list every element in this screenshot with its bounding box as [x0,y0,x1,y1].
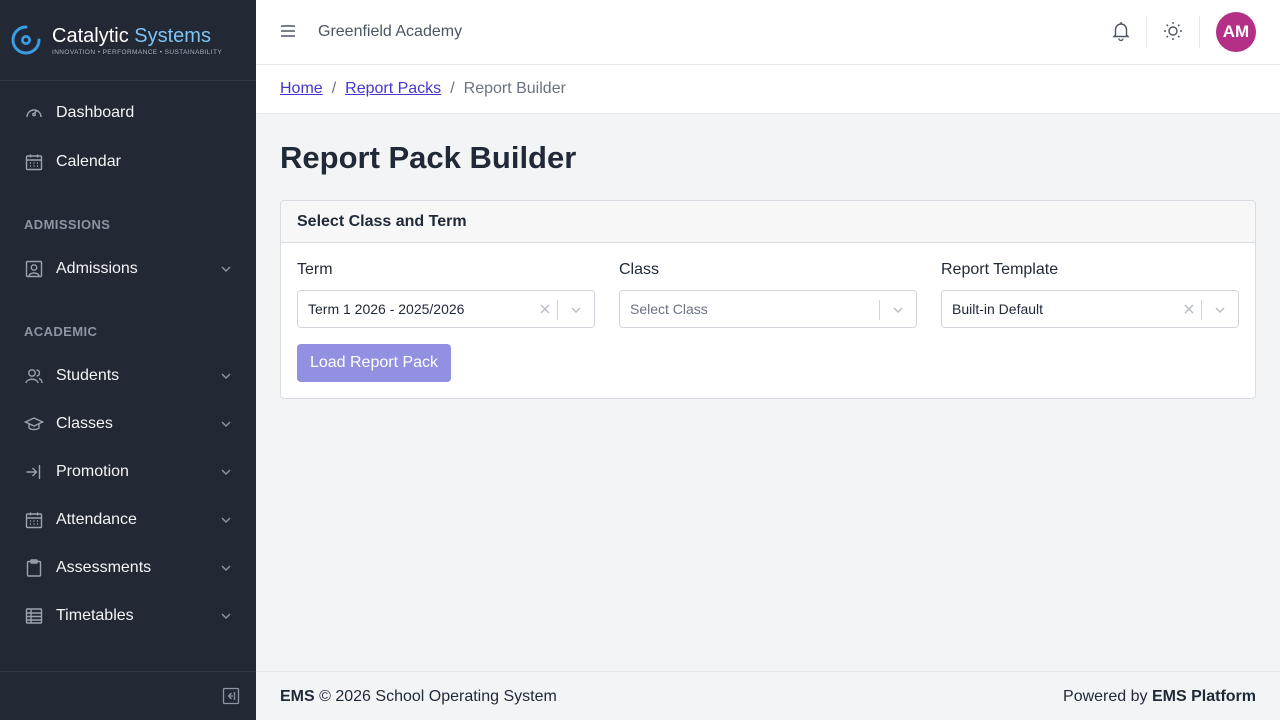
chevron-down-icon [221,517,231,523]
brand-tagline: INNOVATION • PERFORMANCE • SUSTAINABILIT… [52,48,223,56]
breadcrumb-home-link[interactable]: Home [280,80,323,98]
clear-icon[interactable] [1182,302,1196,316]
page-title: Report Pack Builder [280,140,577,175]
users-icon [24,366,44,386]
template-field: Report Template Built-in Default [941,261,1239,328]
footer-copyright-text: © 2026 School Operating System [319,688,557,705]
class-label: Class [619,261,660,278]
header-divider [1199,16,1200,48]
term-label: Term [297,261,333,278]
footer-powered-brand[interactable]: EMS Platform [1152,688,1256,705]
class-select[interactable]: Select Class [619,290,917,328]
page-footer: EMS © 2026 School Operating System Power… [256,671,1280,720]
arrow-right-icon [24,462,44,482]
sidebar-item-dashboard[interactable]: Dashboard [0,91,256,135]
clipboard-icon [24,558,44,578]
chevron-down-icon [221,373,231,379]
sidebar-footer [0,671,256,720]
chevron-down-icon [221,613,231,619]
collapse-sidebar-icon[interactable] [222,687,240,705]
select-separator [557,300,558,320]
sidebar: Catalytic Systems INNOVATION • PERFORMAN… [0,0,256,720]
breadcrumb-separator: / [450,80,455,97]
select-class-term-card: Select Class and Term Term Term 1 2026 -… [280,200,1256,399]
top-header: Greenfield Academy AM [256,0,1280,65]
select-separator [1201,300,1202,320]
sidebar-item-calendar[interactable]: Calendar [0,140,256,184]
template-select[interactable]: Built-in Default [941,290,1239,328]
breadcrumb-current: Report Builder [463,80,566,97]
brand-name-accent: Systems [134,24,211,47]
load-report-pack-button[interactable]: Load Report Pack [297,344,451,382]
section-label-academic: ACADEMIC [24,324,98,339]
id-card-icon [24,259,44,279]
chevron-down-icon [221,469,231,475]
breadcrumb: Home / Report Packs / Report Builder [256,65,1280,114]
template-label: Report Template [941,261,1059,278]
chevron-down-icon[interactable] [892,304,904,316]
footer-copyright: EMS © 2026 School Operating System [280,688,557,706]
footer-brand: EMS [280,688,315,705]
calendar-check-icon [24,510,44,530]
template-select-value: Built-in Default [952,301,1044,317]
breadcrumb-separator: / [331,80,337,97]
brand[interactable]: Catalytic Systems INNOVATION • PERFORMAN… [0,0,256,81]
sidebar-item-label: Students [56,367,120,384]
select-separator [879,300,880,320]
sidebar-item-label: Dashboard [56,104,135,121]
sidebar-item-label: Assessments [56,559,152,576]
section-label-admissions: ADMISSIONS [24,217,111,232]
sidebar-item-students[interactable]: Students [0,354,256,398]
org-name: Greenfield Academy [318,23,463,40]
term-select[interactable]: Term 1 2026 - 2025/2026 [297,290,595,328]
chevron-down-icon [221,266,231,272]
sidebar-item-label: Timetables [56,607,134,624]
class-field: Class Select Class [619,261,917,328]
sidebar-item-classes[interactable]: Classes [0,402,256,446]
term-select-value: Term 1 2026 - 2025/2026 [308,301,465,317]
table-icon [24,606,44,626]
card-title: Select Class and Term [281,201,1255,243]
sidebar-item-assessments[interactable]: Assessments [0,546,256,590]
chevron-down-icon[interactable] [1214,304,1226,316]
breadcrumb-report-packs-link[interactable]: Report Packs [345,80,441,98]
brand-logo-icon [11,25,41,55]
footer-powered-prefix: Powered by [1063,688,1148,705]
chevron-down-icon [221,421,231,427]
term-field: Term Term 1 2026 - 2025/2026 [297,261,595,328]
brand-name-primary: Catalytic [52,24,129,47]
graduation-cap-icon [24,414,44,434]
sidebar-item-label: Classes [56,415,113,432]
footer-powered-by: Powered by EMS Platform [1063,688,1256,706]
sidebar-item-label: Promotion [56,463,129,480]
clear-icon[interactable] [538,302,552,316]
sun-icon[interactable] [1163,20,1183,42]
header-divider [1146,16,1147,48]
sidebar-item-label: Attendance [56,511,137,528]
sidebar-item-label: Admissions [56,260,138,277]
bell-icon[interactable] [1111,20,1131,42]
calendar-icon [24,152,44,172]
sidebar-item-timetables[interactable]: Timetables [0,594,256,638]
chevron-down-icon[interactable] [570,304,582,316]
sidebar-item-admissions[interactable]: Admissions [0,247,256,291]
brand-name: Catalytic Systems [52,25,222,47]
sidebar-item-attendance[interactable]: Attendance [0,498,256,542]
sidebar-item-promotion[interactable]: Promotion [0,450,256,494]
gauge-icon [24,103,44,123]
chevron-down-icon [221,565,231,571]
class-select-placeholder: Select Class [630,301,708,317]
hamburger-menu-icon[interactable] [280,23,296,39]
sidebar-item-label: Calendar [56,153,121,170]
user-avatar[interactable]: AM [1216,12,1256,52]
